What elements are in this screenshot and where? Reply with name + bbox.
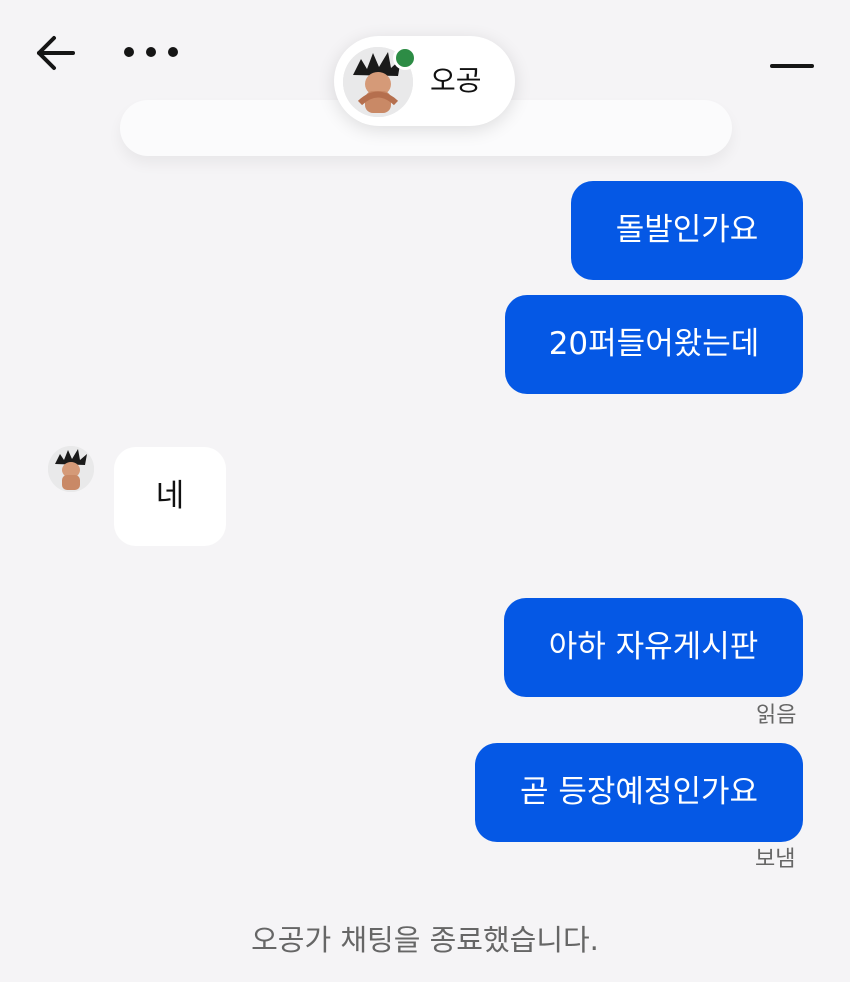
message-bubble[interactable]: 돌발인가요 [571, 181, 803, 280]
message-bubble[interactable]: 20퍼들어왔는데 [505, 295, 803, 394]
online-status-dot [393, 46, 417, 70]
more-dots-icon [146, 47, 156, 57]
more-dots-icon [124, 47, 134, 57]
message-text: 아하 자유게시판 [548, 629, 759, 665]
minimize-icon [770, 64, 814, 68]
message-text: 20퍼들어왔는데 [548, 326, 760, 362]
message-text: 곧 등장예정인가요 [519, 774, 758, 810]
message-bubble[interactable]: 곧 등장예정인가요 [475, 743, 803, 842]
message-bubble[interactable]: 아하 자유게시판 [504, 598, 803, 697]
minimize-button[interactable] [770, 55, 816, 79]
more-dots-icon [168, 47, 178, 57]
message-text: 네 [155, 478, 185, 514]
arrow-left-icon [37, 36, 75, 70]
message-text: 돌발인가요 [615, 212, 759, 248]
profile-pill[interactable]: 오공 [334, 36, 515, 126]
sent-status: 보냄 [755, 847, 796, 872]
back-button[interactable] [34, 33, 76, 73]
system-message: 오공가 채팅을 종료했습니다. [251, 923, 599, 957]
message-bubble[interactable]: 네 [114, 447, 226, 546]
avatar[interactable] [48, 446, 94, 492]
more-options-button[interactable] [124, 42, 178, 62]
read-status: 읽음 [756, 703, 797, 728]
profile-name: 오공 [430, 64, 482, 97]
